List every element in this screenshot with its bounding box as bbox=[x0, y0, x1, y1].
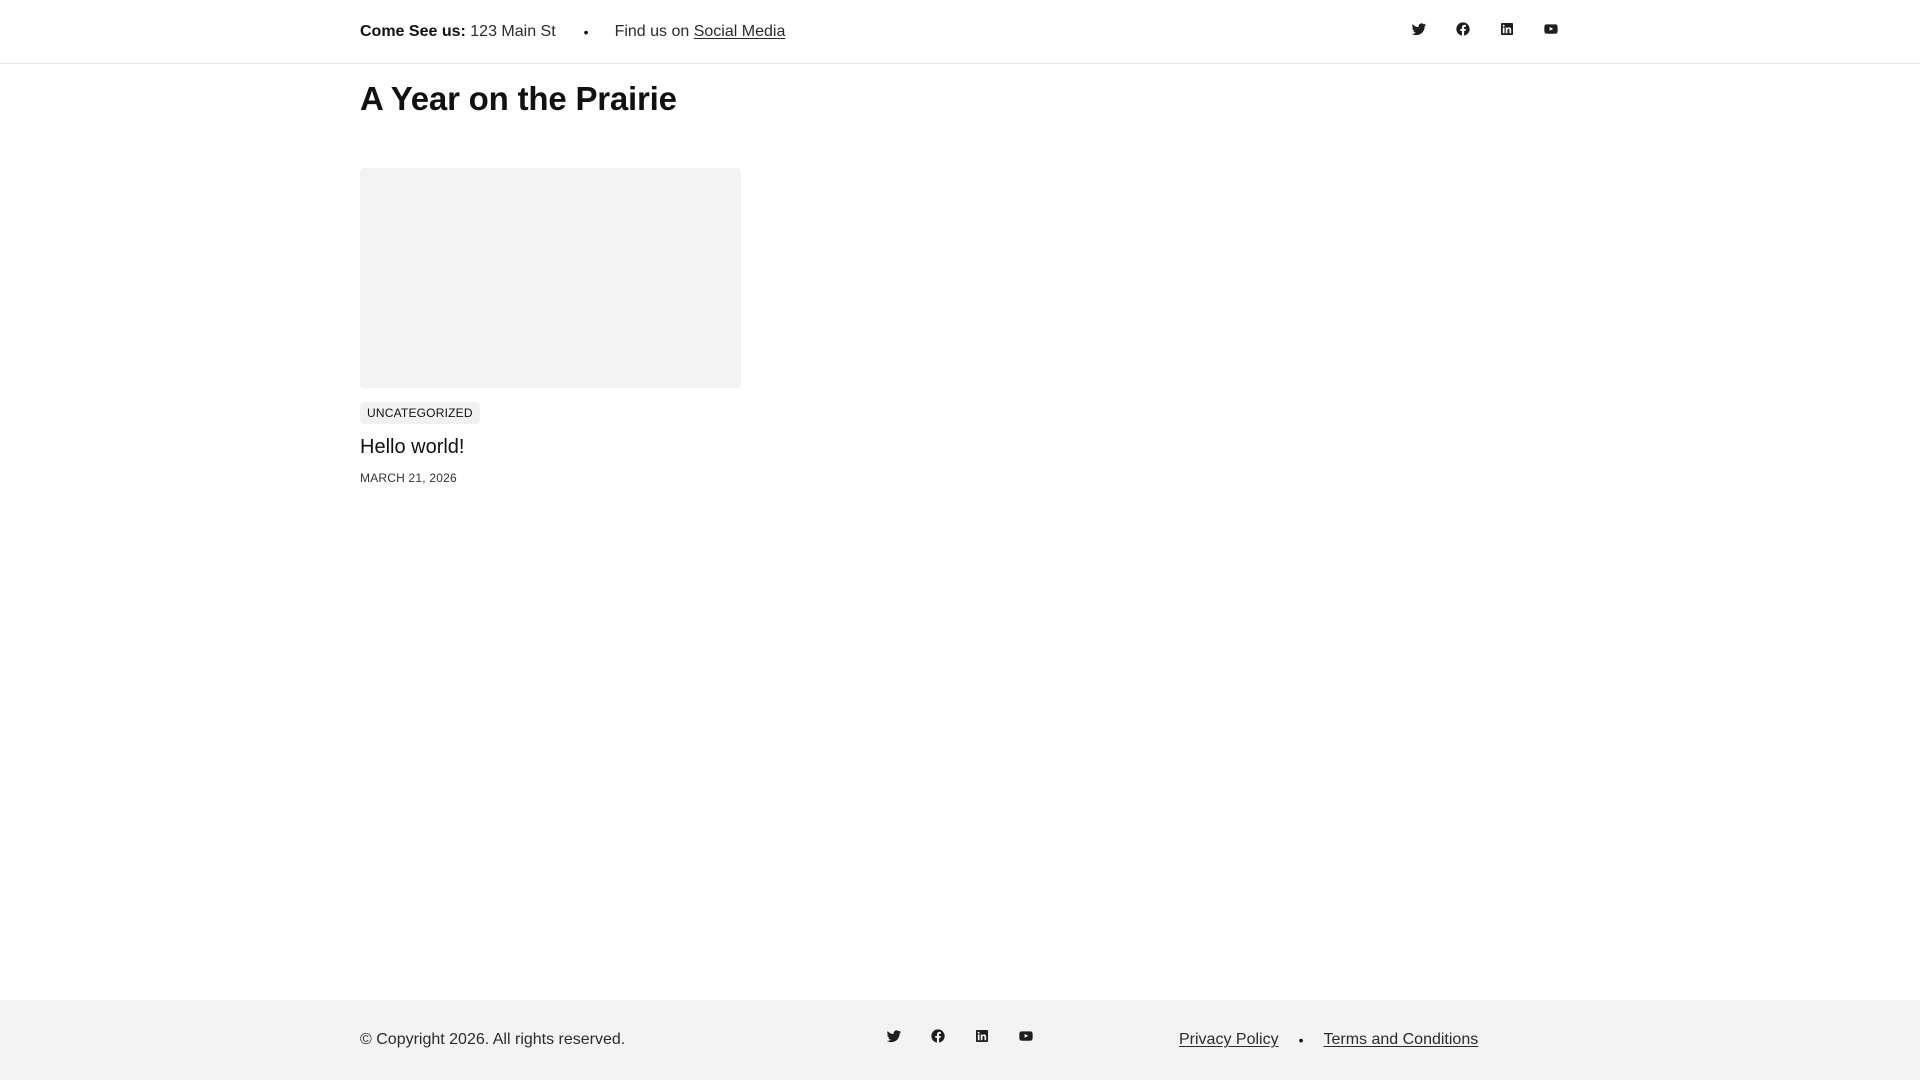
address-value: 123 Main St bbox=[470, 22, 556, 40]
separator-dot: • bbox=[1298, 1032, 1304, 1048]
privacy-policy-link[interactable]: Privacy Policy bbox=[1179, 1031, 1279, 1049]
post-title[interactable]: Hello world! bbox=[360, 436, 741, 459]
twitter-icon[interactable] bbox=[1411, 21, 1427, 37]
footer-links: Privacy Policy • Terms and Conditions bbox=[1179, 1000, 1478, 1080]
copyright-text: © Copyright 2026. All rights reserved. bbox=[360, 1031, 626, 1048]
youtube-icon[interactable] bbox=[1018, 1028, 1034, 1044]
contact-info: Come See us: 123 Main St • Find us on So… bbox=[360, 0, 785, 63]
header-social-icons bbox=[1411, 21, 1559, 37]
top-bar: Come See us: 123 Main St • Find us on So… bbox=[0, 0, 1920, 64]
find-us-text: Find us on bbox=[614, 22, 690, 40]
separator-dot: • bbox=[583, 23, 589, 40]
terms-link[interactable]: Terms and Conditions bbox=[1323, 1031, 1478, 1049]
twitter-icon[interactable] bbox=[886, 1028, 902, 1044]
facebook-icon[interactable] bbox=[930, 1028, 946, 1044]
youtube-icon[interactable] bbox=[1543, 21, 1559, 37]
facebook-icon[interactable] bbox=[1455, 21, 1471, 37]
post-thumbnail[interactable] bbox=[360, 168, 741, 388]
post-card: UNCATEGORIZED Hello world! MARCH 21, 202… bbox=[360, 168, 741, 485]
page-title: A Year on the Prairie bbox=[360, 80, 677, 117]
linkedin-icon[interactable] bbox=[974, 1028, 990, 1044]
social-media-link[interactable]: Social Media bbox=[694, 23, 786, 41]
site-footer: © Copyright 2026. All rights reserved. P… bbox=[0, 1000, 1920, 1080]
post-category-badge[interactable]: UNCATEGORIZED bbox=[360, 402, 480, 424]
linkedin-icon[interactable] bbox=[1499, 21, 1515, 37]
address-label: Come See us: bbox=[360, 22, 466, 40]
footer-social-icons bbox=[886, 1028, 1034, 1044]
post-date: MARCH 21, 2026 bbox=[360, 471, 457, 485]
